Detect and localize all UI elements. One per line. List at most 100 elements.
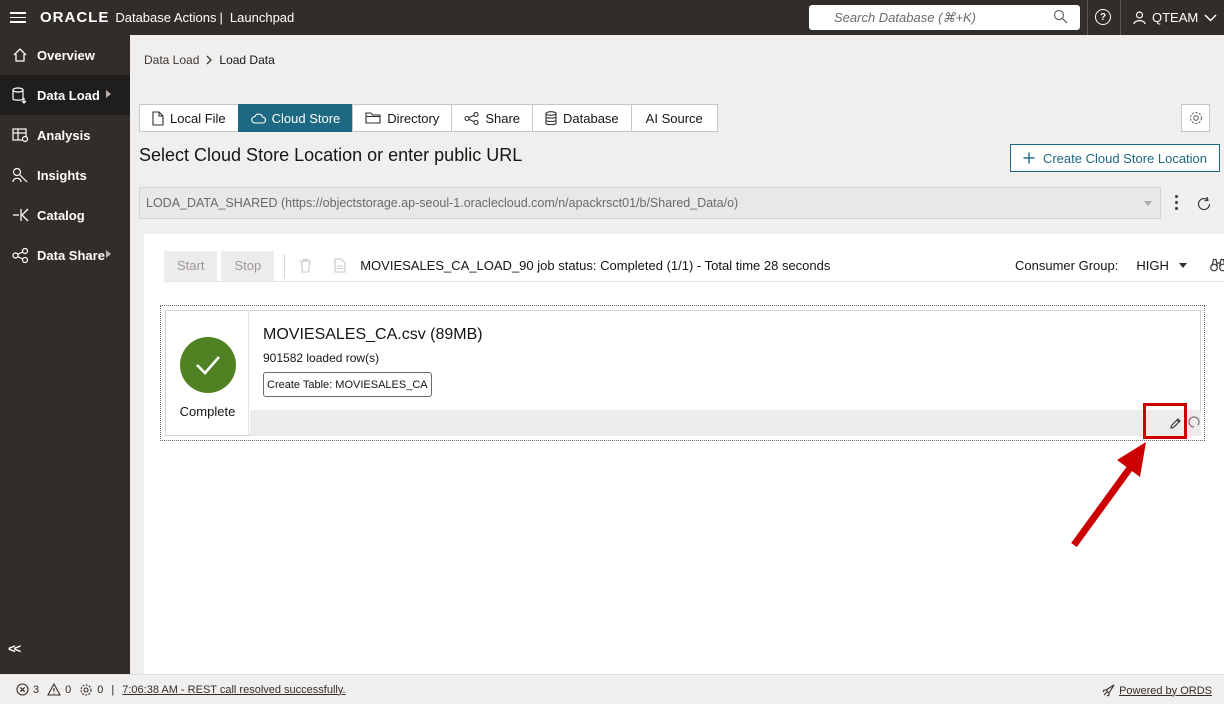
refresh-icon[interactable] <box>1196 196 1212 212</box>
data-load-icon <box>12 86 30 104</box>
job-toolbar: Start Stop MOVIESALES_CA_LOAD_90 job sta… <box>164 250 1224 282</box>
rows-loaded: 901582 loaded row(s) <box>263 351 380 365</box>
tab-label: AI Source <box>645 110 703 126</box>
file-icon <box>152 110 164 126</box>
tab-cloud-store[interactable]: Cloud Store <box>237 104 354 132</box>
sidebar-item-label: Overview <box>37 47 95 63</box>
folder-icon <box>365 112 381 124</box>
create-cloud-store-location-button[interactable]: Create Cloud Store Location <box>1010 144 1220 172</box>
warning-count: 0 <box>65 683 72 696</box>
settings-count: 0 <box>97 683 104 696</box>
job-status-text: MOVIESALES_CA_LOAD_90 job status: Comple… <box>360 258 831 273</box>
gear-icon <box>1189 111 1202 125</box>
source-tabs: Local File Cloud Store Directory Share D… <box>139 104 718 132</box>
section-title: Select Cloud Store Location or enter pub… <box>139 145 523 165</box>
tab-share[interactable]: Share <box>451 104 534 132</box>
cloud-icon <box>250 113 266 124</box>
tab-ai-source[interactable]: AI Source <box>630 104 718 132</box>
toolbar-separator <box>284 253 286 278</box>
sidebar: Overview Data Load Analysis Insights Cat… <box>0 35 130 674</box>
help-icon[interactable]: ? <box>1095 9 1111 25</box>
file-name: MOVIESALES_CA.csv (89MB) <box>263 326 483 343</box>
consumer-group-select[interactable]: HIGH <box>1136 258 1187 273</box>
tab-label: Database <box>563 110 619 126</box>
share-icon <box>464 111 479 125</box>
divider <box>1120 0 1121 35</box>
more-options-icon[interactable] <box>1170 195 1182 213</box>
database-icon <box>545 110 557 125</box>
rocket-icon <box>1102 684 1115 697</box>
status-message[interactable]: 7:06:38 AM - REST call resolved successf… <box>122 684 345 696</box>
stop-button[interactable]: Stop <box>221 250 275 281</box>
search-input[interactable]: Search Database (⌘+K) <box>809 5 1080 30</box>
sidebar-item-analysis[interactable]: Analysis <box>0 115 130 155</box>
title-separator: | <box>219 10 223 25</box>
footer-separator: | <box>111 683 115 696</box>
hamburger-menu-icon[interactable] <box>10 12 26 23</box>
sidebar-item-label: Catalog <box>37 207 85 223</box>
powered-by-ords-link[interactable]: Powered by ORDS <box>1102 684 1212 697</box>
consumer-group-value: HIGH <box>1136 258 1169 273</box>
page-name[interactable]: Launchpad <box>230 10 294 25</box>
error-count: 3 <box>33 683 40 696</box>
sidebar-item-catalog[interactable]: Catalog <box>0 195 130 235</box>
consumer-group: Consumer Group: HIGH <box>1015 258 1187 273</box>
tab-directory[interactable]: Directory <box>352 104 453 132</box>
main-content: Data Load Load Data Local File Cloud Sto… <box>130 35 1224 674</box>
powered-by-label: Powered by ORDS <box>1119 684 1212 697</box>
sidebar-item-label: Data Load <box>37 87 100 103</box>
app-title: Database Actions <box>115 10 217 25</box>
create-table-tag[interactable]: Create Table: MOVIESALES_CA <box>263 372 432 397</box>
trash-icon[interactable] <box>299 258 312 273</box>
tab-label: Local File <box>170 110 226 126</box>
collapse-sidebar-button[interactable]: << <box>8 641 21 656</box>
settings-button[interactable] <box>1181 104 1210 132</box>
annotation-arrow <box>1071 442 1146 548</box>
insights-icon <box>12 167 30 183</box>
job-status-label: Complete <box>179 404 236 419</box>
check-circle-icon <box>180 337 236 393</box>
job-card-footer <box>250 410 1201 436</box>
sidebar-item-insights[interactable]: Insights <box>0 155 130 195</box>
error-icon <box>16 683 29 696</box>
gear-icon <box>80 683 92 696</box>
status-footer: 3 0 0 | 7:06:38 AM - REST call resolved … <box>0 674 1224 704</box>
tab-local-file[interactable]: Local File <box>139 104 239 132</box>
job-card[interactable]: Complete MOVIESALES_CA.csv (89MB) 901582… <box>165 310 1201 436</box>
cloud-store-location-select[interactable]: LODA_DATA_SHARED (https://objectstorage.… <box>139 187 1161 219</box>
start-button[interactable]: Start <box>164 250 218 281</box>
chevron-right-icon <box>206 55 213 65</box>
binoculars-icon[interactable] <box>1210 258 1224 272</box>
warning-icon <box>47 683 62 696</box>
consumer-group-label: Consumer Group: <box>1015 258 1119 273</box>
sidebar-item-label: Data Share <box>37 247 105 263</box>
brand: ORACLE Database Actions | Launchpad <box>40 9 294 26</box>
sidebar-item-data-load[interactable]: Data Load <box>0 75 130 115</box>
reload-icon[interactable] <box>1188 416 1200 428</box>
tab-label: Directory <box>387 110 440 126</box>
top-bar: ORACLE Database Actions | Launchpad Sear… <box>0 0 1224 35</box>
breadcrumb-current: Load Data <box>219 53 275 67</box>
home-icon <box>12 47 30 63</box>
divider <box>1087 0 1088 35</box>
document-icon[interactable] <box>334 258 346 273</box>
plus-icon <box>1023 152 1035 164</box>
footer-counts[interactable]: 3 0 0 | <box>16 683 114 697</box>
analysis-icon <box>12 127 30 143</box>
sidebar-item-label: Insights <box>37 167 87 183</box>
breadcrumb-parent[interactable]: Data Load <box>144 53 199 67</box>
caret-right-icon <box>106 250 111 258</box>
tab-label: Share <box>485 110 521 126</box>
user-icon <box>1133 10 1146 24</box>
catalog-icon <box>12 208 30 222</box>
search-placeholder: Search Database (⌘+K) <box>834 9 976 25</box>
tab-database[interactable]: Database <box>532 104 632 132</box>
breadcrumb: Data Load Load Data <box>144 53 275 67</box>
job-status-column: Complete <box>166 311 249 435</box>
tab-label: Cloud Store <box>271 110 341 126</box>
sidebar-item-data-share[interactable]: Data Share <box>0 235 130 275</box>
create-location-label: Create Cloud Store Location <box>1042 150 1208 166</box>
sidebar-item-overview[interactable]: Overview <box>0 35 130 75</box>
location-value: LODA_DATA_SHARED (https://objectstorage.… <box>146 196 739 210</box>
user-menu[interactable]: QTEAM <box>1133 0 1217 35</box>
